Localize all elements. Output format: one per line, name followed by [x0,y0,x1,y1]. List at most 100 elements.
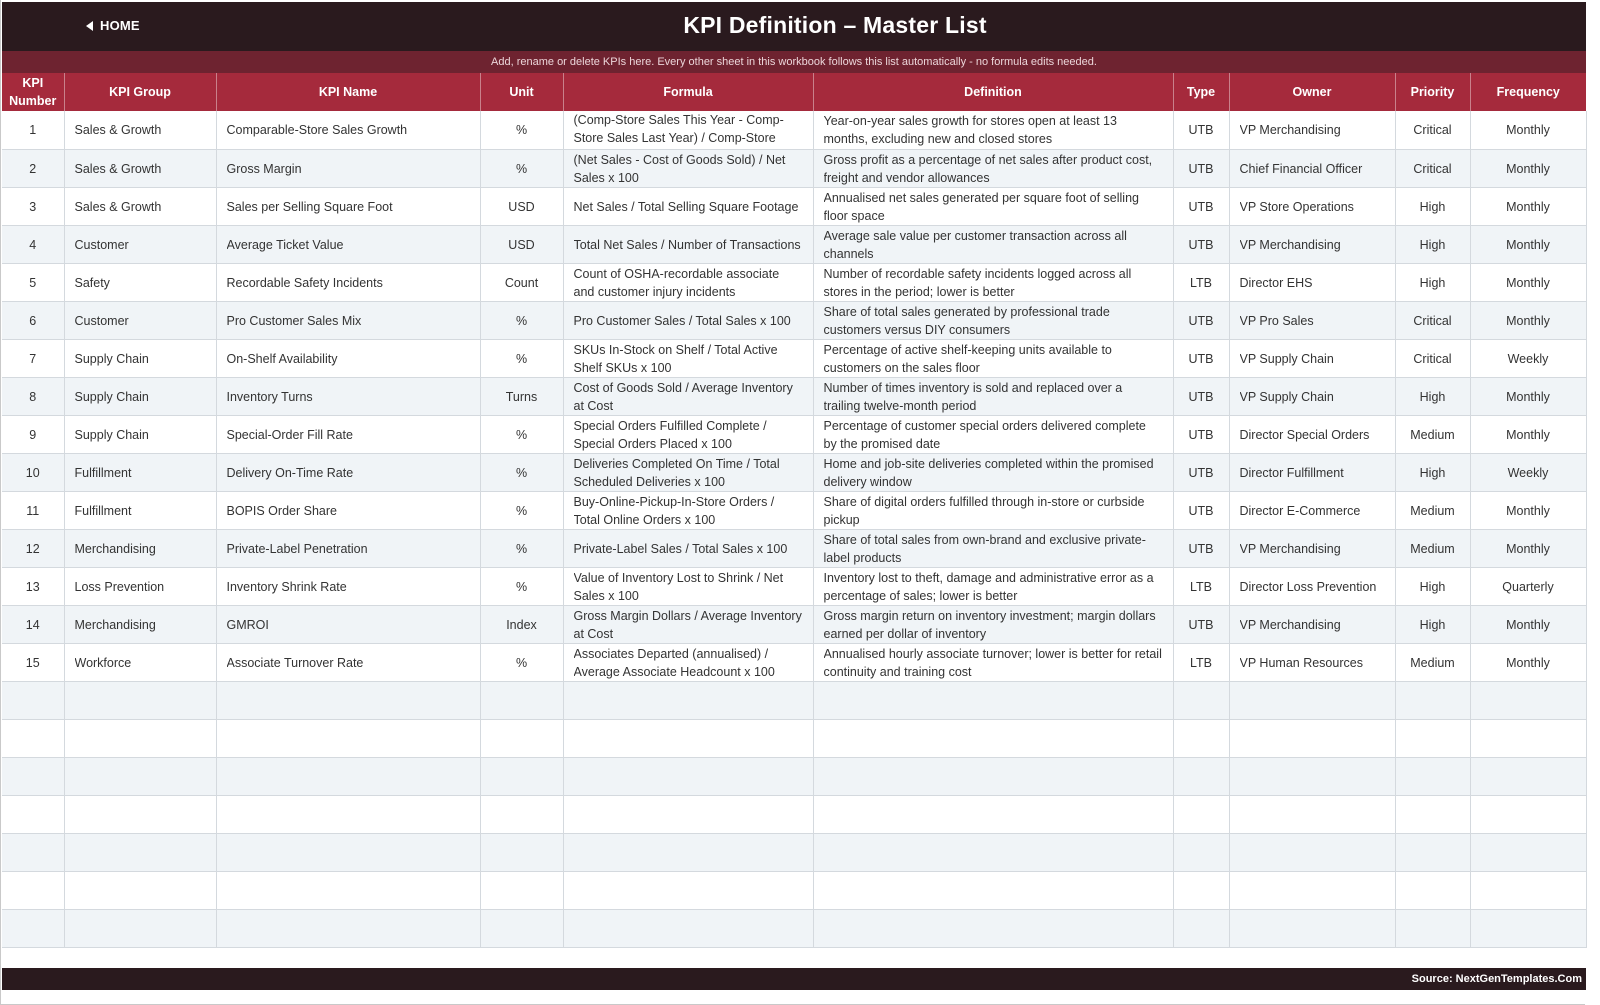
cell-kpi-number[interactable]: 11 [2,491,65,530]
empty-cell[interactable] [2,681,65,720]
empty-cell[interactable] [563,909,814,948]
empty-cell[interactable] [1229,757,1396,796]
cell-kpi-name[interactable]: Gross Margin [216,149,481,188]
cell-kpi-group[interactable]: Fulfillment [64,453,217,492]
cell-definition[interactable]: Annualised hourly associate turnover; lo… [813,643,1174,682]
cell-formula[interactable]: (Net Sales - Cost of Goods Sold) / Net S… [563,149,814,188]
empty-cell[interactable] [1173,757,1230,796]
cell-owner[interactable]: VP Merchandising [1229,225,1396,264]
cell-definition[interactable]: Share of total sales from own-brand and … [813,529,1174,568]
cell-priority[interactable]: Medium [1395,491,1471,530]
empty-cell[interactable] [216,681,481,720]
cell-priority[interactable]: Medium [1395,415,1471,454]
empty-cell[interactable] [1173,833,1230,872]
empty-cell[interactable] [216,909,481,948]
cell-frequency[interactable]: Monthly [1470,415,1587,454]
empty-cell[interactable] [813,681,1174,720]
cell-type[interactable]: UTB [1173,301,1230,340]
cell-kpi-name[interactable]: Average Ticket Value [216,225,481,264]
empty-cell[interactable] [1173,871,1230,910]
cell-kpi-number[interactable]: 13 [2,567,65,606]
cell-type[interactable]: UTB [1173,377,1230,416]
empty-cell[interactable] [813,871,1174,910]
cell-priority[interactable]: Critical [1395,111,1471,150]
cell-formula[interactable]: Value of Inventory Lost to Shrink / Net … [563,567,814,606]
cell-formula[interactable]: Gross Margin Dollars / Average Inventory… [563,605,814,644]
cell-definition[interactable]: Number of times inventory is sold and re… [813,377,1174,416]
empty-cell[interactable] [1470,719,1587,758]
empty-cell[interactable] [563,719,814,758]
cell-formula[interactable]: Total Net Sales / Number of Transactions [563,225,814,264]
cell-owner[interactable]: Director E-Commerce [1229,491,1396,530]
cell-kpi-group[interactable]: Supply Chain [64,415,217,454]
cell-definition[interactable]: Year-on-year sales growth for stores ope… [813,111,1174,150]
empty-cell[interactable] [563,681,814,720]
cell-kpi-name[interactable]: Special-Order Fill Rate [216,415,481,454]
cell-kpi-number[interactable]: 2 [2,149,65,188]
cell-type[interactable]: LTB [1173,567,1230,606]
cell-priority[interactable]: Medium [1395,643,1471,682]
cell-kpi-name[interactable]: BOPIS Order Share [216,491,481,530]
cell-kpi-group[interactable]: Supply Chain [64,377,217,416]
empty-cell[interactable] [64,909,217,948]
cell-frequency[interactable]: Monthly [1470,225,1587,264]
cell-kpi-name[interactable]: Private-Label Penetration [216,529,481,568]
cell-definition[interactable]: Percentage of customer special orders de… [813,415,1174,454]
empty-cell[interactable] [1173,795,1230,834]
cell-owner[interactable]: VP Supply Chain [1229,377,1396,416]
cell-frequency[interactable]: Quarterly [1470,567,1587,606]
cell-unit[interactable]: % [480,491,564,530]
empty-cell[interactable] [2,871,65,910]
cell-kpi-number[interactable]: 6 [2,301,65,340]
empty-cell[interactable] [563,833,814,872]
cell-frequency[interactable]: Monthly [1470,529,1587,568]
cell-kpi-group[interactable]: Sales & Growth [64,187,217,226]
cell-type[interactable]: LTB [1173,263,1230,302]
cell-formula[interactable]: Pro Customer Sales / Total Sales x 100 [563,301,814,340]
cell-priority[interactable]: High [1395,605,1471,644]
cell-type[interactable]: UTB [1173,339,1230,378]
empty-cell[interactable] [480,871,564,910]
empty-cell[interactable] [2,833,65,872]
cell-formula[interactable]: Count of OSHA-recordable associate and c… [563,263,814,302]
empty-cell[interactable] [1395,757,1471,796]
cell-kpi-name[interactable]: Inventory Shrink Rate [216,567,481,606]
cell-formula[interactable]: Deliveries Completed On Time / Total Sch… [563,453,814,492]
cell-priority[interactable]: Critical [1395,301,1471,340]
cell-frequency[interactable]: Weekly [1470,453,1587,492]
cell-frequency[interactable]: Monthly [1470,301,1587,340]
header-formula[interactable]: Formula [563,73,814,111]
cell-definition[interactable]: Gross margin return on inventory investm… [813,605,1174,644]
cell-owner[interactable]: Director EHS [1229,263,1396,302]
empty-cell[interactable] [813,795,1174,834]
cell-kpi-number[interactable]: 3 [2,187,65,226]
cell-unit[interactable]: USD [480,225,564,264]
header-kpi-number[interactable]: KPI Number [2,73,65,111]
cell-kpi-group[interactable]: Sales & Growth [64,149,217,188]
empty-cell[interactable] [216,795,481,834]
cell-owner[interactable]: Director Special Orders [1229,415,1396,454]
empty-cell[interactable] [64,871,217,910]
cell-owner[interactable]: VP Merchandising [1229,111,1396,150]
cell-type[interactable]: UTB [1173,415,1230,454]
cell-kpi-number[interactable]: 1 [2,111,65,150]
cell-frequency[interactable]: Monthly [1470,377,1587,416]
cell-definition[interactable]: Annualised net sales generated per squar… [813,187,1174,226]
cell-priority[interactable]: High [1395,263,1471,302]
cell-frequency[interactable]: Monthly [1470,187,1587,226]
cell-kpi-number[interactable]: 10 [2,453,65,492]
cell-kpi-group[interactable]: Safety [64,263,217,302]
cell-kpi-number[interactable]: 4 [2,225,65,264]
cell-definition[interactable]: Gross profit as a percentage of net sale… [813,149,1174,188]
cell-owner[interactable]: VP Human Resources [1229,643,1396,682]
cell-unit[interactable]: % [480,453,564,492]
cell-kpi-number[interactable]: 12 [2,529,65,568]
cell-kpi-group[interactable]: Supply Chain [64,339,217,378]
empty-cell[interactable] [1395,795,1471,834]
cell-type[interactable]: UTB [1173,491,1230,530]
cell-kpi-group[interactable]: Customer [64,301,217,340]
cell-owner[interactable]: VP Merchandising [1229,605,1396,644]
empty-cell[interactable] [1470,757,1587,796]
cell-kpi-group[interactable]: Customer [64,225,217,264]
cell-kpi-group[interactable]: Merchandising [64,605,217,644]
